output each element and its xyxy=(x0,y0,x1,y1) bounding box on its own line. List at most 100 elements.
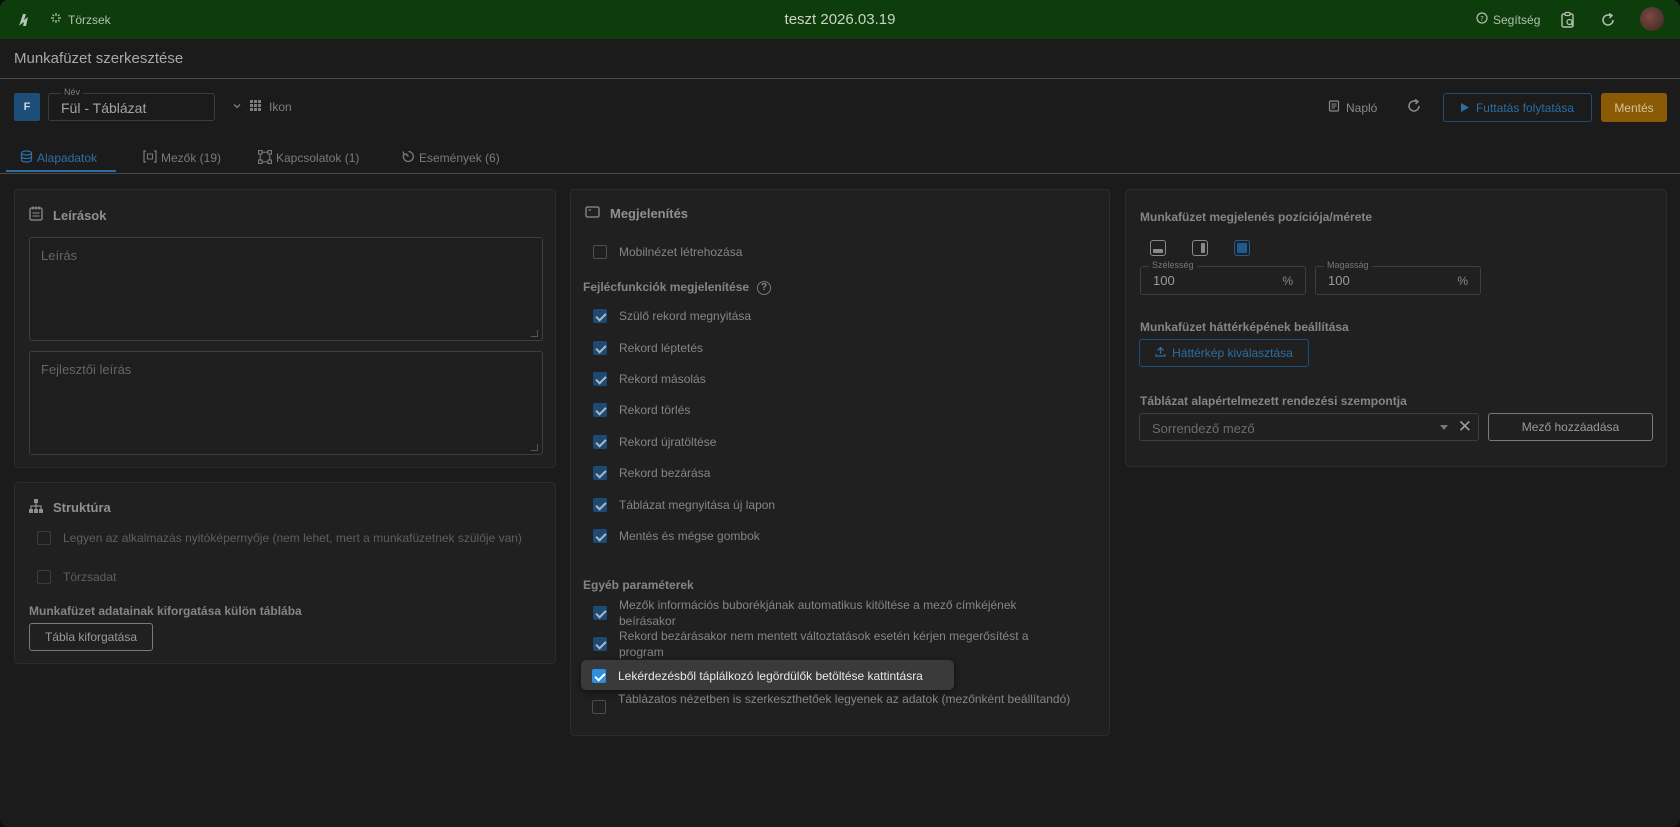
notepad-icon xyxy=(29,206,43,224)
list-item[interactable]: Szülő rekord megnyitása xyxy=(593,308,751,324)
list-item[interactable]: Rekord újratöltése xyxy=(593,434,716,450)
start-screen-checkbox[interactable] xyxy=(37,531,51,545)
list-item[interactable]: Rekord bezárása xyxy=(593,465,710,481)
question-circle-icon[interactable]: ? xyxy=(757,280,772,295)
other-param-checkbox[interactable] xyxy=(593,606,607,620)
page-title: Munkafüzet szerkesztése xyxy=(14,50,184,67)
tab-alapadatok[interactable]: Alapadatok xyxy=(20,143,97,173)
list-item[interactable]: Rekord bezárásakor nem mentett változtat… xyxy=(593,628,1073,660)
width-field[interactable]: Szélesség 100 % xyxy=(1140,260,1306,295)
height-field[interactable]: Magasság 100 % xyxy=(1315,260,1481,295)
app-frame: Törzsek teszt 2026.03.19 ? Segítség Munk… xyxy=(0,0,1680,827)
log-icon xyxy=(1328,100,1340,115)
relations-icon xyxy=(257,149,273,167)
lazy-dropdown-checkbox[interactable] xyxy=(592,669,606,683)
master-data-option[interactable]: Törzsadat xyxy=(37,569,116,585)
tab-mezok[interactable]: Mezők (19) xyxy=(143,143,221,173)
other-param-checkbox[interactable] xyxy=(592,700,606,714)
header-func-checkbox[interactable] xyxy=(593,466,607,480)
app-logo-icon[interactable] xyxy=(16,11,34,29)
save-button[interactable]: Mentés xyxy=(1601,93,1667,122)
list-item[interactable]: Táblázatos nézetben is szerkeszthetőek l… xyxy=(592,691,1072,714)
help-button[interactable]: ? Segítség xyxy=(1476,12,1540,27)
refresh-icon[interactable] xyxy=(1406,98,1424,116)
structure-title-label: Struktúra xyxy=(53,500,111,515)
descriptions-card: Leírások Leírás Fejlesztői leírás xyxy=(14,189,556,468)
description-textarea[interactable]: Leírás xyxy=(29,237,543,341)
workbook-badge[interactable]: F xyxy=(14,93,40,121)
description-placeholder: Leírás xyxy=(41,248,78,263)
avatar[interactable] xyxy=(1640,7,1664,31)
start-screen-option[interactable]: Legyen az alkalmazás nyitóképernyője (ne… xyxy=(37,530,542,546)
list-item[interactable]: Mezők információs buborékjának automatik… xyxy=(593,597,1073,629)
header-func-checkbox[interactable] xyxy=(593,403,607,417)
choose-background-button[interactable]: Háttérkép kiválasztása xyxy=(1139,339,1309,367)
dock-right-icon[interactable] xyxy=(1192,240,1208,256)
other-param-checkbox[interactable] xyxy=(593,637,607,651)
header-func-label: Rekord törlés xyxy=(619,403,691,417)
help-bubble-icon: ? xyxy=(1476,12,1488,27)
list-item[interactable]: Rekord léptetés xyxy=(593,340,703,356)
clipboard-search-icon[interactable] xyxy=(1558,10,1578,30)
tab-esemenyek[interactable]: Események (6) xyxy=(402,143,500,173)
header-func-label: Táblázat megnyitása új lapon xyxy=(619,498,776,512)
mobile-view-checkbox[interactable] xyxy=(593,245,607,259)
choose-background-label: Háttérkép kiválasztása xyxy=(1172,346,1293,360)
chevron-down-icon xyxy=(232,100,242,114)
list-item[interactable]: Rekord törlés xyxy=(593,402,690,418)
pivot-table-button[interactable]: Tábla kiforgatása xyxy=(29,623,153,651)
header-func-checkbox[interactable] xyxy=(593,341,607,355)
mobile-view-option[interactable]: Mobilnézet létrehozása xyxy=(593,244,742,260)
header-func-checkbox[interactable] xyxy=(593,372,607,386)
tab-kapcsolatok[interactable]: Kapcsolatok (1) xyxy=(257,143,359,173)
developer-description-textarea[interactable]: Fejlesztői leírás xyxy=(29,351,543,455)
add-field-button[interactable]: Mező hozzáadása xyxy=(1488,413,1653,441)
svg-text:?: ? xyxy=(1480,15,1484,23)
fields-icon xyxy=(143,150,157,166)
header-func-checkbox[interactable] xyxy=(593,529,607,543)
height-unit: % xyxy=(1457,274,1468,288)
start-screen-label: Legyen az alkalmazás nyitóképernyője (ne… xyxy=(63,531,522,545)
play-icon xyxy=(1460,101,1469,115)
database-icon xyxy=(20,150,33,166)
header-func-label: Rekord újratöltése xyxy=(619,435,717,449)
torzsek-menu[interactable]: Törzsek xyxy=(50,12,111,27)
name-field-label: Név xyxy=(61,87,84,97)
icon-selector[interactable]: Ikon xyxy=(232,100,292,114)
list-item[interactable]: Mentés és mégse gombok xyxy=(593,528,760,544)
continue-run-button[interactable]: Futtatás folytatása xyxy=(1443,93,1592,122)
name-field-value: Fül - Táblázat xyxy=(61,100,147,116)
window-title: teszt 2026.03.19 xyxy=(784,11,896,28)
position-heading: Munkafüzet megjelenés pozíciója/mérete xyxy=(1140,210,1373,224)
tab-mezok-label: Mezők (19) xyxy=(161,151,222,165)
reload-icon[interactable] xyxy=(1598,10,1618,30)
dock-bottom-icon[interactable] xyxy=(1150,240,1166,256)
other-param-label: Mezők információs buborékjának automatik… xyxy=(619,598,1017,628)
resize-grip-icon[interactable] xyxy=(531,330,538,337)
resize-grip-icon[interactable] xyxy=(531,444,538,451)
lazy-dropdown-option[interactable]: Lekérdezésből táplálkozó legördülők betö… xyxy=(592,668,923,684)
upload-icon xyxy=(1155,346,1166,360)
clear-icon[interactable]: ✕ xyxy=(1458,417,1472,437)
master-data-checkbox[interactable] xyxy=(37,570,51,584)
header-func-checkbox[interactable] xyxy=(593,309,607,323)
header-func-checkbox[interactable] xyxy=(593,435,607,449)
icon-selector-label: Ikon xyxy=(269,100,292,114)
window-icon xyxy=(585,206,600,221)
name-field[interactable]: Név Fül - Táblázat xyxy=(48,87,215,121)
continue-run-label: Futtatás folytatása xyxy=(1475,100,1575,115)
display-title-label: Megjelenítés xyxy=(610,206,689,221)
log-button[interactable]: Napló xyxy=(1328,100,1377,115)
header-func-checkbox[interactable] xyxy=(593,498,607,512)
fullscreen-icon[interactable] xyxy=(1234,240,1250,256)
header-func-label: Rekord léptetés xyxy=(619,341,704,355)
active-tab-indicator xyxy=(6,170,116,172)
sparkle-icon xyxy=(50,12,62,27)
list-item[interactable]: Rekord másolás xyxy=(593,371,706,387)
caret-down-icon[interactable] xyxy=(1440,425,1448,430)
list-item[interactable]: Táblázat megnyitása új lapon xyxy=(593,497,775,513)
sort-field-placeholder: Sorrendező mező xyxy=(1152,421,1255,436)
sort-field-select[interactable]: Sorrendező mező ✕ xyxy=(1139,413,1479,441)
tab-alapadatok-label: Alapadatok xyxy=(37,151,98,165)
grid-icon xyxy=(250,100,261,114)
